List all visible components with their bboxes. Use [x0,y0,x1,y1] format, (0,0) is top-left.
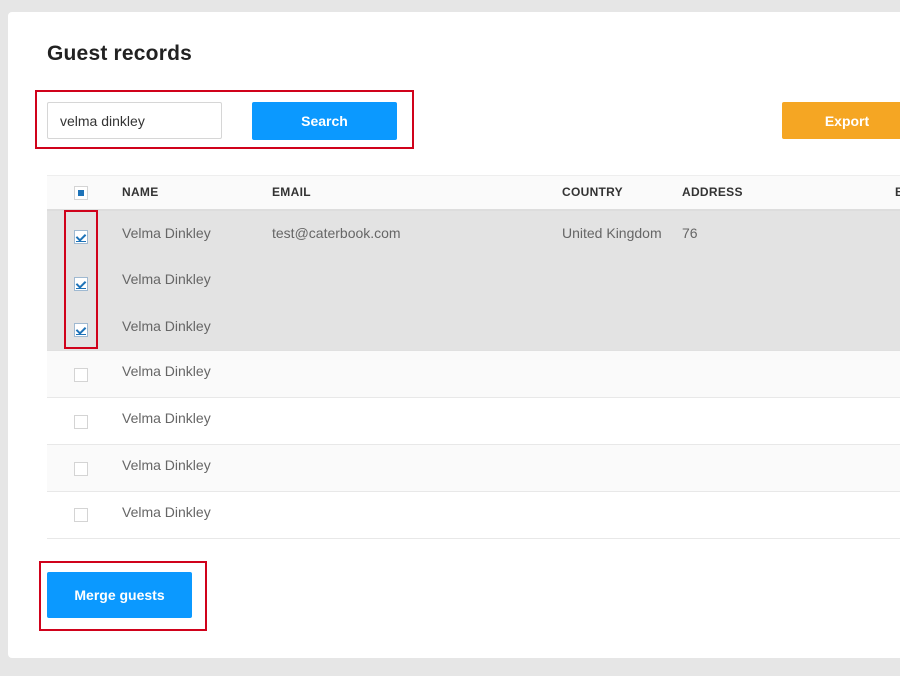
checkbox-highlight-box [64,210,98,349]
guest-name: Velma Dinkley [122,504,211,520]
guest-table: NAME EMAIL COUNTRY ADDRESS B Velma Dinkl… [47,175,900,539]
guest-name: Velma Dinkley [122,271,211,287]
table-row[interactable]: Velma Dinkley [47,351,900,398]
guest-country: United Kingdom [562,225,662,241]
guest-name: Velma Dinkley [122,363,211,379]
table-row[interactable]: Velma Dinkley [47,445,900,492]
row-checkbox[interactable] [74,462,88,476]
merge-guests-button[interactable]: Merge guests [47,572,192,618]
row-checkbox[interactable] [74,415,88,429]
column-header-email: EMAIL [272,185,311,199]
table-row[interactable]: Velma Dinkley test@caterbook.com United … [47,211,900,257]
column-header-name: NAME [122,185,159,199]
column-header-b: B [895,185,900,199]
table-row[interactable]: Velma Dinkley [47,398,900,445]
guest-name: Velma Dinkley [122,318,211,334]
guest-name: Velma Dinkley [122,410,211,426]
table-header: NAME EMAIL COUNTRY ADDRESS B [47,175,900,211]
guest-records-card: Guest records Search Export NAME EMAIL C… [8,12,900,658]
guest-name: Velma Dinkley [122,457,211,473]
table-row[interactable]: Velma Dinkley [47,304,900,351]
row-checkbox[interactable] [74,508,88,522]
guest-name: Velma Dinkley [122,225,211,241]
search-button[interactable]: Search [252,102,397,140]
select-all-checkbox[interactable] [74,186,88,200]
table-row[interactable]: Velma Dinkley [47,257,900,304]
guest-email: test@caterbook.com [272,225,401,241]
column-header-address: ADDRESS [682,185,743,199]
search-input[interactable] [47,102,222,139]
row-checkbox[interactable] [74,368,88,382]
table-row[interactable]: Velma Dinkley [47,492,900,539]
column-header-country: COUNTRY [562,185,623,199]
page-title: Guest records [47,42,192,65]
export-button[interactable]: Export [782,102,900,139]
guest-address: 76 [682,225,698,241]
